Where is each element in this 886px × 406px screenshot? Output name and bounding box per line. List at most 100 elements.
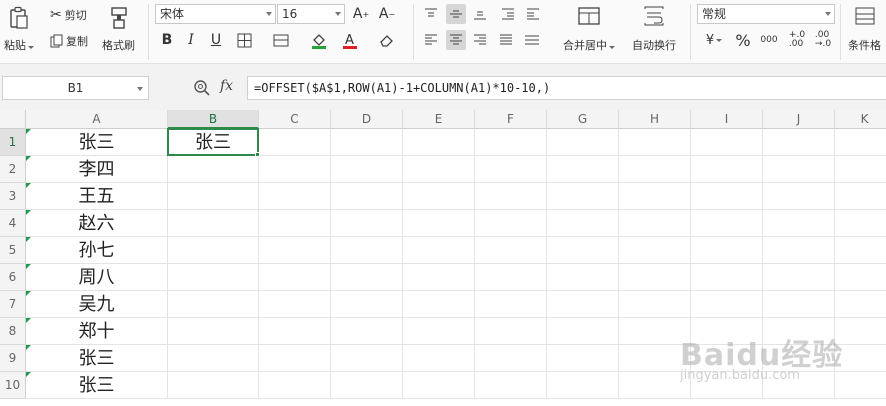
cell-e2[interactable]	[403, 156, 475, 183]
font-name-select[interactable]: 宋体	[155, 4, 276, 24]
row-header[interactable]: 4	[0, 210, 26, 237]
cell-a5[interactable]: 孙七	[26, 237, 168, 264]
cell-f7[interactable]	[475, 291, 547, 318]
cell-i3[interactable]	[691, 183, 763, 210]
cell-b3[interactable]	[168, 183, 259, 210]
cell-b8[interactable]	[168, 318, 259, 345]
fx-icon[interactable]: fx	[220, 78, 233, 94]
cell-h1[interactable]	[619, 129, 691, 156]
cell-j4[interactable]	[763, 210, 835, 237]
column-header-h[interactable]: H	[619, 110, 691, 129]
decrease-decimal-icon[interactable]: .00 →.0	[812, 30, 834, 50]
cell-b6[interactable]	[168, 264, 259, 291]
cell-d2[interactable]	[331, 156, 403, 183]
cell-h4[interactable]	[619, 210, 691, 237]
cell-b2[interactable]	[168, 156, 259, 183]
cell-i6[interactable]	[691, 264, 763, 291]
cell-c4[interactable]	[259, 210, 331, 237]
cell-b9[interactable]	[168, 345, 259, 372]
copy-button[interactable]: 复制	[50, 33, 88, 49]
cell-g7[interactable]	[547, 291, 619, 318]
cell-g9[interactable]	[547, 345, 619, 372]
cell-d3[interactable]	[331, 183, 403, 210]
cell-c2[interactable]	[259, 156, 331, 183]
cut-button[interactable]: ✂ 剪切	[50, 7, 87, 23]
cell-d7[interactable]	[331, 291, 403, 318]
number-format-select[interactable]: 常规	[697, 4, 835, 24]
row-header[interactable]: 8	[0, 318, 26, 345]
cell-g2[interactable]	[547, 156, 619, 183]
row-header[interactable]: 7	[0, 291, 26, 318]
border-icon[interactable]	[234, 30, 254, 50]
column-header-g[interactable]: G	[547, 110, 619, 129]
cell-e6[interactable]	[403, 264, 475, 291]
cell-style-icon[interactable]	[271, 30, 291, 50]
column-header-j[interactable]: J	[763, 110, 835, 129]
cell-f3[interactable]	[475, 183, 547, 210]
fill-color-icon[interactable]	[309, 30, 329, 50]
cell-b5[interactable]	[168, 237, 259, 264]
cell-k2[interactable]	[835, 156, 886, 183]
cell-k5[interactable]	[835, 237, 886, 264]
cell-k6[interactable]	[835, 264, 886, 291]
zoom-icon[interactable]	[193, 79, 211, 101]
cell-a4[interactable]: 赵六	[26, 210, 168, 237]
currency-icon[interactable]: ¥	[700, 30, 728, 50]
column-header-f[interactable]: F	[475, 110, 547, 129]
column-header-c[interactable]: C	[259, 110, 331, 129]
cell-i7[interactable]	[691, 291, 763, 318]
cell-e1[interactable]	[403, 129, 475, 156]
formula-input[interactable]: =OFFSET($A$1,ROW(A1)-1+COLUMN(A1)*10-10,…	[247, 76, 886, 100]
cell-f6[interactable]	[475, 264, 547, 291]
column-header-e[interactable]: E	[403, 110, 475, 129]
format-painter-button[interactable]: 格式刷	[102, 6, 135, 53]
cell-e3[interactable]	[403, 183, 475, 210]
cell-k3[interactable]	[835, 183, 886, 210]
column-header-i[interactable]: I	[691, 110, 763, 129]
increase-decimal-icon[interactable]: +.0.00	[786, 30, 808, 50]
cell-a8[interactable]: 郑十	[26, 318, 168, 345]
cell-b10[interactable]	[168, 372, 259, 399]
align-bottom-icon[interactable]	[470, 4, 490, 24]
cell-a6[interactable]: 周八	[26, 264, 168, 291]
cell-h7[interactable]	[619, 291, 691, 318]
cell-f1[interactable]	[475, 129, 547, 156]
merge-center-button[interactable]: 合并居中	[563, 6, 615, 53]
row-header[interactable]: 1	[0, 129, 26, 156]
column-header-d[interactable]: D	[331, 110, 403, 129]
row-header[interactable]: 6	[0, 264, 26, 291]
cell-j5[interactable]	[763, 237, 835, 264]
cell-d5[interactable]	[331, 237, 403, 264]
cell-d9[interactable]	[331, 345, 403, 372]
cell-f2[interactable]	[475, 156, 547, 183]
cell-e9[interactable]	[403, 345, 475, 372]
row-header[interactable]: 10	[0, 372, 26, 399]
cell-a3[interactable]: 王五	[26, 183, 168, 210]
paste-button[interactable]: 粘贴	[4, 6, 34, 53]
cell-g6[interactable]	[547, 264, 619, 291]
cell-h3[interactable]	[619, 183, 691, 210]
cell-k4[interactable]	[835, 210, 886, 237]
align-center-icon[interactable]	[446, 30, 466, 50]
cell-a1[interactable]: 张三	[26, 129, 168, 156]
align-left-icon[interactable]	[421, 30, 441, 50]
cell-j3[interactable]	[763, 183, 835, 210]
cell-e10[interactable]	[403, 372, 475, 399]
cell-h6[interactable]	[619, 264, 691, 291]
wrap-text-button[interactable]: 自动换行	[632, 6, 676, 53]
cell-f10[interactable]	[475, 372, 547, 399]
cell-g8[interactable]	[547, 318, 619, 345]
cell-i4[interactable]	[691, 210, 763, 237]
align-top-icon[interactable]	[421, 4, 441, 24]
cell-b7[interactable]	[168, 291, 259, 318]
cell-f9[interactable]	[475, 345, 547, 372]
align-right-icon[interactable]	[470, 30, 490, 50]
outdent-icon[interactable]	[523, 4, 543, 24]
cell-h2[interactable]	[619, 156, 691, 183]
cell-a9[interactable]: 张三	[26, 345, 168, 372]
column-header-a[interactable]: A	[26, 110, 168, 129]
row-header[interactable]: 5	[0, 237, 26, 264]
cell-i2[interactable]	[691, 156, 763, 183]
cell-e7[interactable]	[403, 291, 475, 318]
cell-g5[interactable]	[547, 237, 619, 264]
